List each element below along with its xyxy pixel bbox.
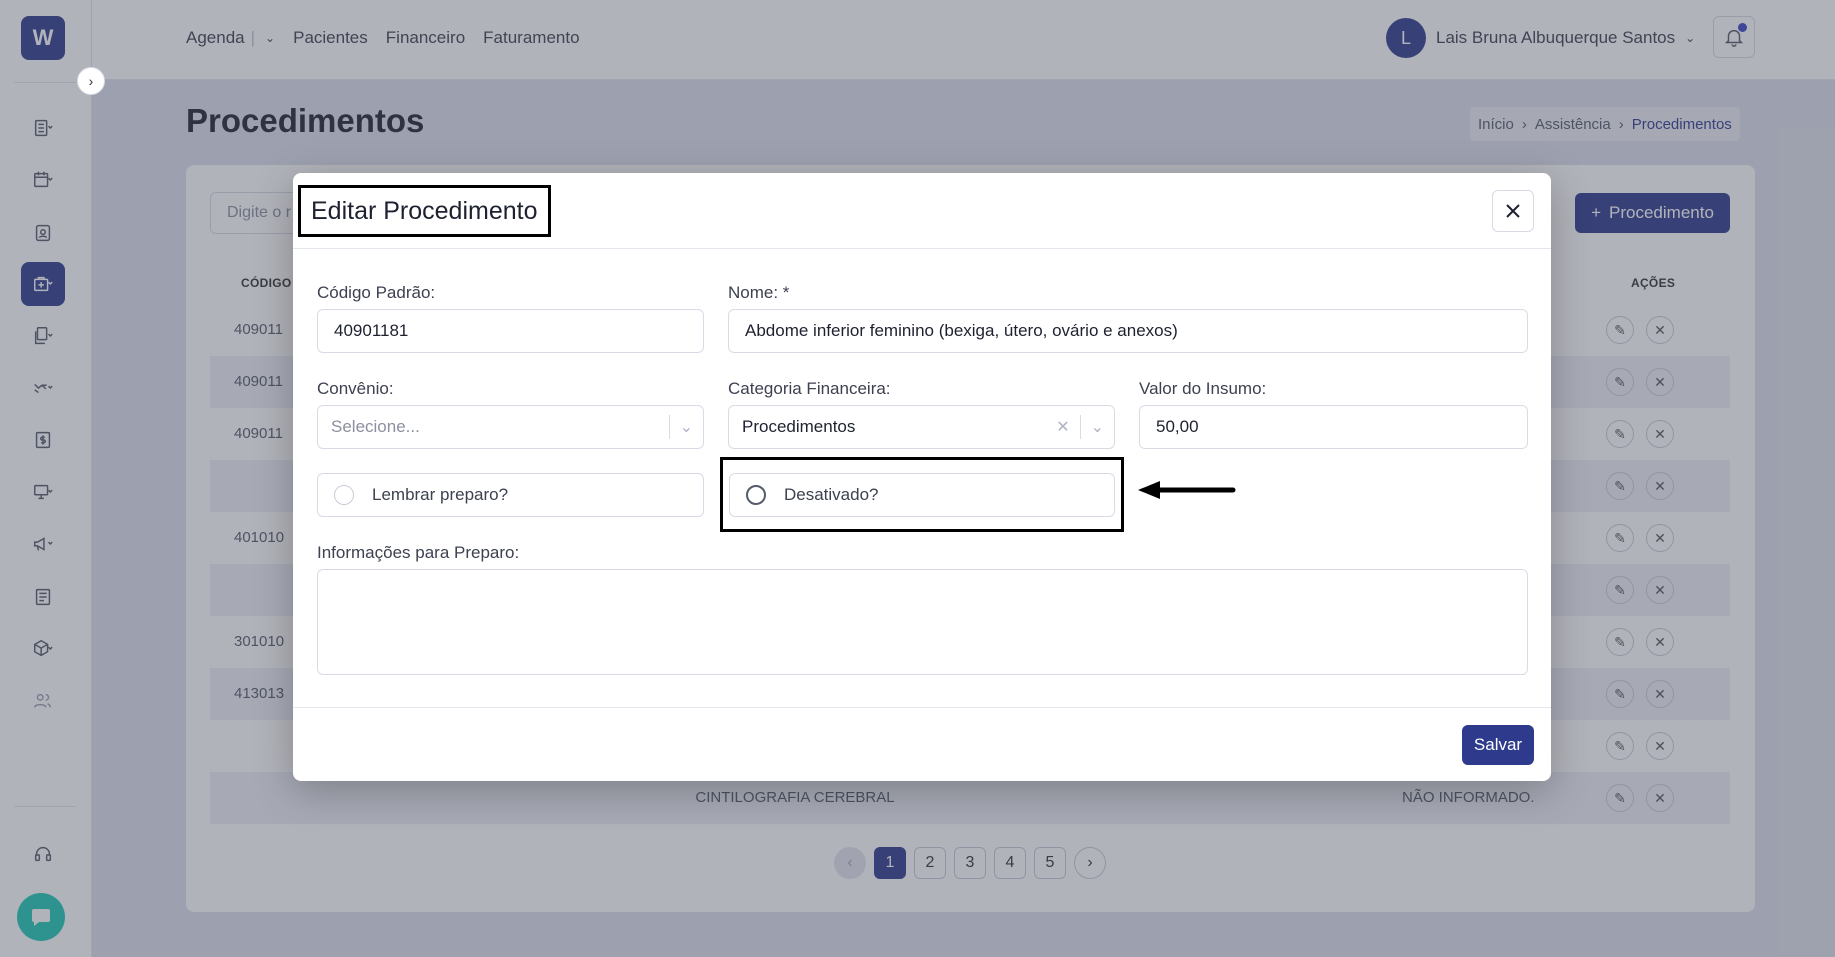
lembrar-preparo-checkbox[interactable]: Lembrar preparo? bbox=[317, 473, 704, 517]
lembrar-preparo-label: Lembrar preparo? bbox=[372, 485, 509, 504]
convenio-label: Convênio: bbox=[317, 379, 394, 398]
select-controls: ✕ ⌄ bbox=[1056, 406, 1104, 448]
nome-input[interactable]: Abdome inferior feminino (bexiga, útero,… bbox=[728, 309, 1528, 353]
categoria-value: Procedimentos bbox=[742, 417, 856, 436]
convenio-placeholder: Selecione... bbox=[331, 417, 420, 436]
chevron-down-icon[interactable]: ⌄ bbox=[1091, 417, 1104, 437]
chevron-right-icon: › bbox=[88, 73, 94, 89]
desativado-label: Desativado? bbox=[784, 485, 879, 504]
save-button[interactable]: Salvar bbox=[1462, 725, 1534, 765]
modal-header: Editar Procedimento bbox=[293, 173, 1551, 249]
valor-input[interactable]: 50,00 bbox=[1139, 405, 1528, 449]
desativado-checkbox[interactable]: Desativado? bbox=[729, 473, 1115, 517]
edit-procedure-modal: Editar Procedimento Código Padrão: 40901… bbox=[293, 173, 1551, 781]
select-divider bbox=[668, 415, 670, 439]
checkbox-circle bbox=[334, 485, 354, 505]
chevron-down-icon[interactable]: ⌄ bbox=[680, 417, 693, 437]
annotation-arrow-icon bbox=[1138, 481, 1236, 499]
close-button[interactable] bbox=[1492, 190, 1534, 232]
codigo-input[interactable]: 40901181 bbox=[317, 309, 704, 353]
categoria-label: Categoria Financeira: bbox=[728, 379, 891, 398]
nome-label: Nome: * bbox=[728, 283, 790, 302]
clear-icon[interactable]: ✕ bbox=[1056, 417, 1069, 437]
codigo-label: Código Padrão: bbox=[317, 283, 436, 302]
app-root: W › Agenda | ⌄ Pacientes Financeiro Fatu… bbox=[0, 0, 1835, 957]
valor-label: Valor do Insumo: bbox=[1139, 379, 1267, 398]
checkbox-circle bbox=[746, 485, 766, 505]
sidebar-collapse-button[interactable]: › bbox=[77, 67, 105, 95]
categoria-select[interactable]: Procedimentos ✕ ⌄ bbox=[728, 405, 1115, 449]
info-preparo-textarea[interactable] bbox=[317, 569, 1528, 675]
modal-title: Editar Procedimento bbox=[298, 185, 551, 237]
info-preparo-label: Informações para Preparo: bbox=[317, 543, 520, 562]
select-divider bbox=[1079, 415, 1081, 439]
convenio-select[interactable]: Selecione... ⌄ bbox=[317, 405, 704, 449]
modal-footer-divider bbox=[293, 707, 1551, 708]
select-controls: ⌄ bbox=[668, 406, 693, 448]
close-icon bbox=[1506, 204, 1520, 218]
